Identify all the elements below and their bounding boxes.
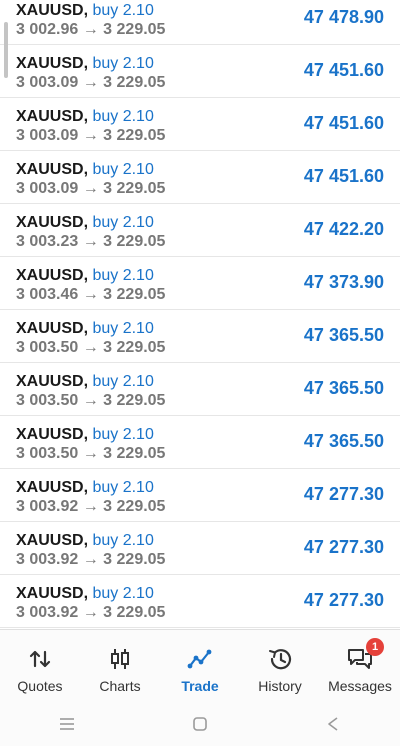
profit-value: 47 365.50 xyxy=(303,378,384,398)
candlestick-icon xyxy=(111,649,129,669)
tab-label: History xyxy=(258,678,302,694)
profit-value: 47 478.90 xyxy=(303,7,384,27)
trade-line-icon xyxy=(187,649,212,669)
home-icon xyxy=(193,716,207,731)
position-row[interactable]: XAUUSD, buy 2.10 3 002.96 → 3 229.05 47 47… xyxy=(0,0,400,45)
position-title: XAUUSD, buy 2.10 xyxy=(16,266,154,286)
side-volume-label: buy 2.10 xyxy=(92,267,154,284)
unread-badge: 1 xyxy=(366,638,384,656)
position-title: XAUUSD, buy 2.10 xyxy=(16,584,154,604)
position-row[interactable]: XAUUSD, buy 2.10 3 003.23 → 3 229.05 47 42… xyxy=(0,204,400,257)
back-icon xyxy=(328,716,338,731)
symbol-label: XAUUSD, xyxy=(16,373,89,390)
profit-value: 47 373.90 xyxy=(303,272,384,292)
symbol-label: XAUUSD, xyxy=(16,320,89,337)
home-nav-button[interactable] xyxy=(170,709,230,739)
symbol-label: XAUUSD, xyxy=(16,108,89,125)
profit-value: 47 365.50 xyxy=(303,325,384,345)
position-title: XAUUSD, buy 2.10 xyxy=(16,107,154,127)
price-range-label: 3 003.09 → 3 229.05 xyxy=(16,74,166,91)
position-title: XAUUSD, buy 2.10 xyxy=(16,1,154,21)
profit-value: 47 451.60 xyxy=(303,113,384,133)
system-nav-bar xyxy=(0,701,400,746)
side-volume-label: buy 2.10 xyxy=(92,426,154,443)
profit-value: 47 451.60 xyxy=(303,60,384,80)
tab-quotes[interactable]: Quotes xyxy=(0,630,80,702)
position-row[interactable]: XAUUSD, buy 2.10 3 003.92 → 3 229.05 47 27… xyxy=(0,575,400,628)
position-title: XAUUSD, buy 2.10 xyxy=(16,319,154,339)
positions-list[interactable]: XAUUSD, buy 2.10 3 002.96 → 3 229.05 47 47… xyxy=(0,0,400,628)
menu-nav-button[interactable] xyxy=(37,709,97,739)
symbol-label: XAUUSD, xyxy=(16,426,89,443)
profit-value: 47 277.30 xyxy=(303,537,384,557)
price-range-label: 3 003.50 → 3 229.05 xyxy=(16,392,166,409)
side-volume-label: buy 2.10 xyxy=(92,108,154,125)
position-title: XAUUSD, buy 2.10 xyxy=(16,425,154,445)
price-range-label: 3 003.09 → 3 229.05 xyxy=(16,127,166,144)
price-range-label: 3 003.50 → 3 229.05 xyxy=(16,339,166,356)
price-range-label: 3 003.09 → 3 229.05 xyxy=(16,180,166,197)
side-volume-label: buy 2.10 xyxy=(92,479,154,496)
price-range-label: 3 002.96 → 3 229.05 xyxy=(16,21,166,38)
profit-value: 47 422.20 xyxy=(303,219,384,239)
position-row[interactable]: XAUUSD, buy 2.10 3 003.09 → 3 229.05 47 45… xyxy=(0,151,400,204)
tab-history[interactable]: History xyxy=(240,630,320,702)
profit-value: 47 451.60 xyxy=(303,166,384,186)
position-row[interactable]: XAUUSD, buy 2.10 3 003.09 → 3 229.05 47 45… xyxy=(0,98,400,151)
price-range-label: 3 003.46 → 3 229.05 xyxy=(16,286,166,303)
profit-value: 47 365.50 xyxy=(303,431,384,451)
profit-value: 47 277.30 xyxy=(303,484,384,504)
profit-value: 47 277.30 xyxy=(303,590,384,610)
menu-icon xyxy=(59,717,74,730)
position-title: XAUUSD, buy 2.10 xyxy=(16,478,154,498)
position-title: XAUUSD, buy 2.10 xyxy=(16,54,154,74)
quotes-arrows-icon xyxy=(29,650,51,668)
symbol-label: XAUUSD, xyxy=(16,55,89,72)
back-nav-button[interactable] xyxy=(303,709,363,739)
side-volume-label: buy 2.10 xyxy=(92,55,154,72)
scrollbar[interactable] xyxy=(4,22,8,78)
symbol-label: XAUUSD, xyxy=(16,161,89,178)
position-title: XAUUSD, buy 2.10 xyxy=(16,531,154,551)
price-range-label: 3 003.92 → 3 229.05 xyxy=(16,551,166,568)
side-volume-label: buy 2.10 xyxy=(92,585,154,602)
tab-messages[interactable]: 1 Messages xyxy=(320,630,400,702)
tab-label: Quotes xyxy=(17,678,63,694)
position-row[interactable]: XAUUSD, buy 2.10 3 003.50 → 3 229.05 47 36… xyxy=(0,363,400,416)
position-row[interactable]: XAUUSD, buy 2.10 3 003.50 → 3 229.05 47 36… xyxy=(0,310,400,363)
price-range-label: 3 003.50 → 3 229.05 xyxy=(16,445,166,462)
position-row[interactable]: XAUUSD, buy 2.10 3 003.92 → 3 229.05 47 27… xyxy=(0,522,400,575)
bottom-tab-bar: Quotes Charts Trade History 1 Messages xyxy=(0,629,400,702)
symbol-label: XAUUSD, xyxy=(16,479,89,496)
position-row[interactable]: XAUUSD, buy 2.10 3 003.46 → 3 229.05 47 37… xyxy=(0,257,400,310)
position-row[interactable]: XAUUSD, buy 2.10 3 003.92 → 3 229.05 47 27… xyxy=(0,469,400,522)
position-title: XAUUSD, buy 2.10 xyxy=(16,372,154,392)
side-volume-label: buy 2.10 xyxy=(92,2,154,19)
symbol-label: XAUUSD, xyxy=(16,532,89,549)
position-title: XAUUSD, buy 2.10 xyxy=(16,160,154,180)
side-volume-label: buy 2.10 xyxy=(92,320,154,337)
tab-trade[interactable]: Trade xyxy=(160,630,240,702)
position-row[interactable]: XAUUSD, buy 2.10 3 003.50 → 3 229.05 47 36… xyxy=(0,416,400,469)
side-volume-label: buy 2.10 xyxy=(92,532,154,549)
price-range-label: 3 003.92 → 3 229.05 xyxy=(16,498,166,515)
price-range-label: 3 003.23 → 3 229.05 xyxy=(16,233,166,250)
symbol-label: XAUUSD, xyxy=(16,267,89,284)
tab-charts[interactable]: Charts xyxy=(80,630,160,702)
side-volume-label: buy 2.10 xyxy=(92,214,154,231)
tab-label: Messages xyxy=(328,678,392,694)
symbol-label: XAUUSD, xyxy=(16,2,89,19)
side-volume-label: buy 2.10 xyxy=(92,161,154,178)
history-clock-icon xyxy=(269,649,292,670)
position-row[interactable]: XAUUSD, buy 2.10 3 003.09 → 3 229.05 47 45… xyxy=(0,45,400,98)
side-volume-label: buy 2.10 xyxy=(92,373,154,390)
tab-label: Trade xyxy=(181,678,219,694)
symbol-label: XAUUSD, xyxy=(16,214,89,231)
price-range-label: 3 003.92 → 3 229.05 xyxy=(16,604,166,621)
tab-label: Charts xyxy=(99,678,141,694)
symbol-label: XAUUSD, xyxy=(16,585,89,602)
position-title: XAUUSD, buy 2.10 xyxy=(16,213,154,233)
